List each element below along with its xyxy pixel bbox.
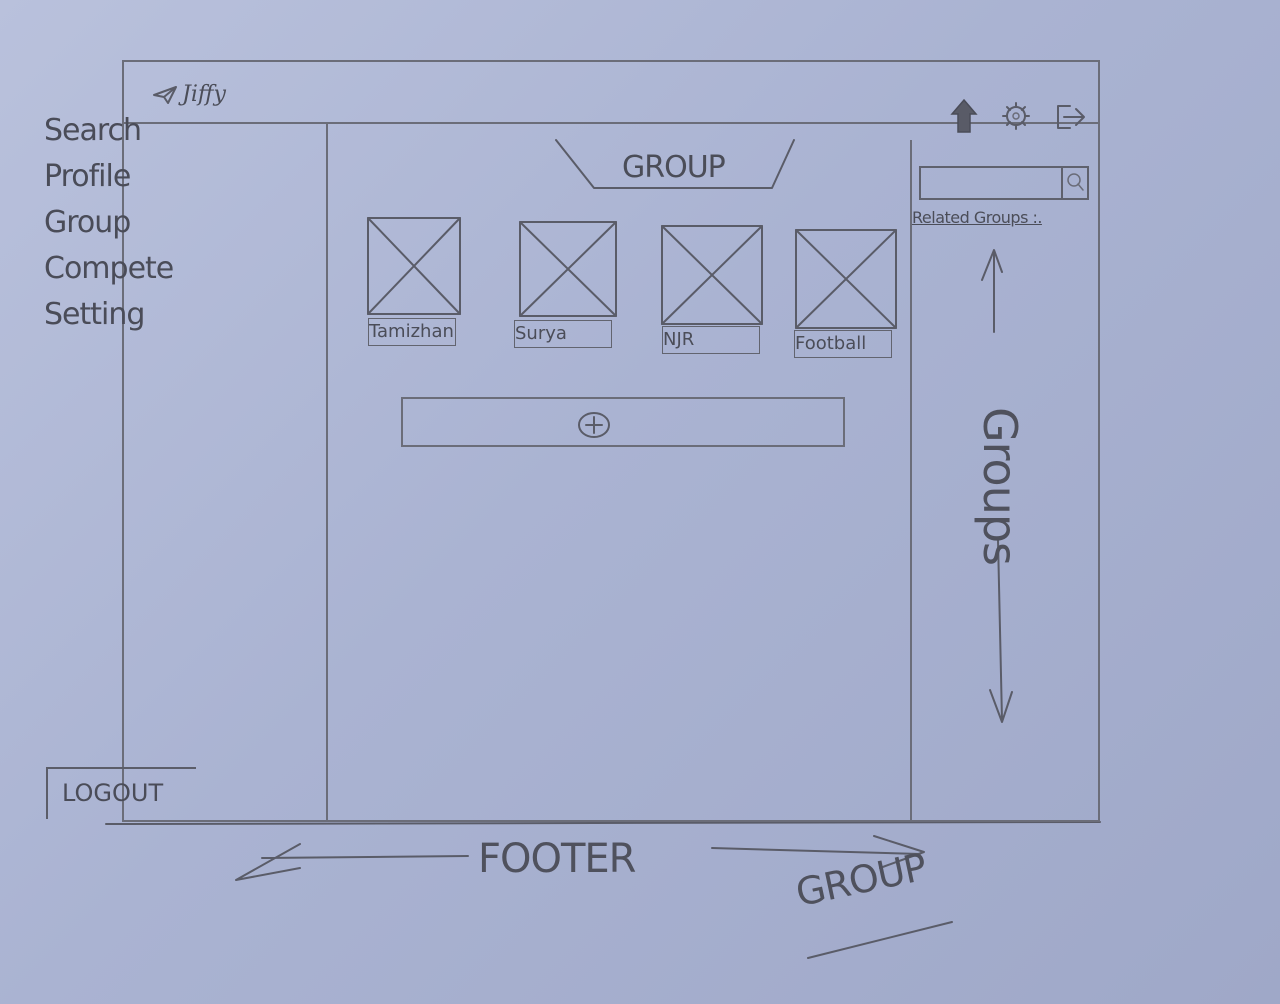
sidebar-item-search[interactable]: Search — [44, 108, 173, 154]
group-card[interactable] — [660, 224, 764, 326]
group-card[interactable] — [518, 220, 618, 318]
search-button[interactable] — [1061, 168, 1087, 198]
send-icon — [153, 85, 177, 104]
group-card[interactable] — [794, 228, 898, 330]
group-card[interactable] — [366, 216, 462, 316]
group-card-label: Surya — [514, 320, 612, 348]
related-groups-label: Related Groups :. — [912, 208, 1042, 227]
gear-icon[interactable] — [998, 100, 1034, 132]
app-logo[interactable]: Jiffy — [152, 82, 226, 107]
sidebar-item-compete[interactable]: Compete — [44, 246, 174, 292]
group-card-label: NJR — [662, 326, 760, 354]
header-icon-group — [950, 98, 1090, 134]
group-card-label: Football — [794, 330, 892, 358]
app-logo-text: Jiffy — [182, 82, 226, 107]
sidebar-item-group[interactable]: Group — [44, 200, 173, 246]
tab-group-label: GROUP — [622, 150, 726, 185]
page-annotation-underline — [807, 921, 953, 959]
search-icon — [1067, 173, 1084, 191]
header-bar: Jiffy — [124, 62, 1098, 133]
image-placeholder — [795, 229, 897, 329]
group-card-label: Tamizhan — [368, 318, 456, 346]
image-placeholder — [367, 217, 461, 315]
image-placeholder — [519, 221, 617, 317]
home-icon[interactable] — [950, 98, 978, 134]
sidebar-item-setting[interactable]: Setting — [44, 292, 173, 338]
plus-circle-icon[interactable] — [576, 410, 612, 440]
logout-icon[interactable] — [1054, 100, 1090, 132]
logout-button[interactable]: LOGOUT — [46, 767, 196, 819]
search-box — [919, 166, 1089, 200]
footer-annotation: FOOTER — [478, 836, 636, 882]
add-group-button[interactable] — [401, 397, 845, 447]
image-placeholder — [661, 225, 763, 325]
sidebar-item-profile[interactable]: Profile — [44, 154, 173, 200]
footer-left-arrow — [235, 843, 469, 881]
search-input[interactable] — [921, 168, 1073, 198]
sidebar-menu: Search Profile Group Compete Setting — [44, 108, 174, 338]
groups-scroll-label: Groups — [973, 407, 1027, 566]
